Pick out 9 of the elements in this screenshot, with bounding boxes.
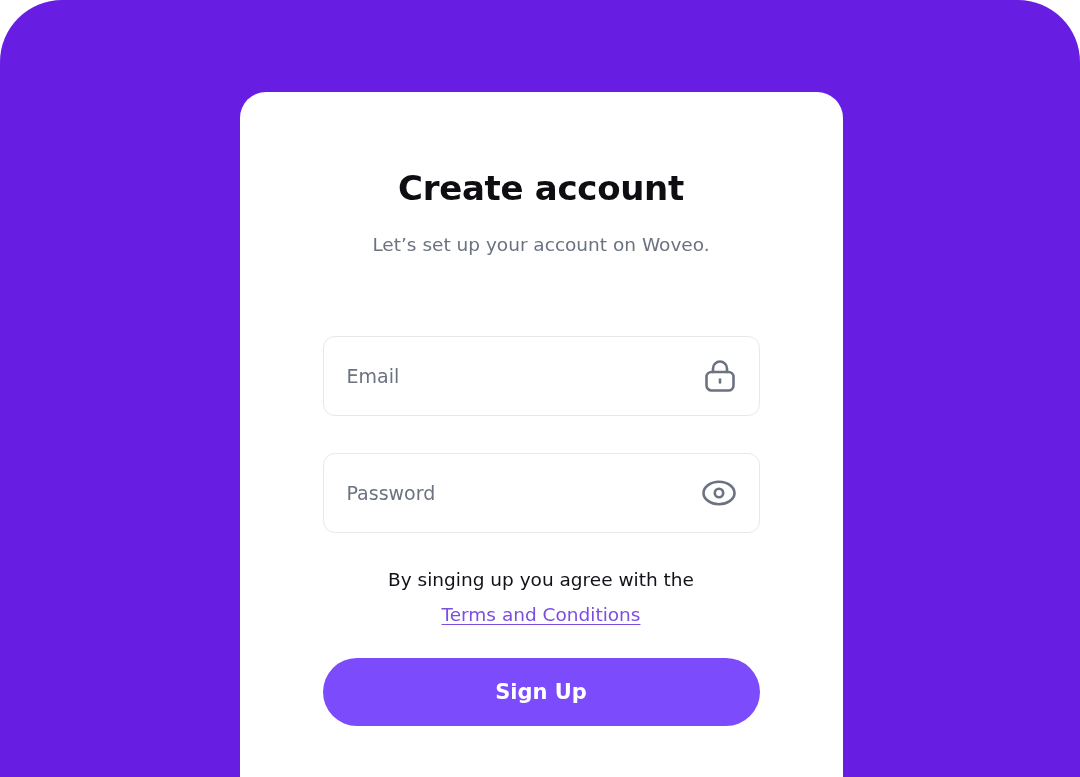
terms-link[interactable]: Terms and Conditions	[441, 597, 641, 632]
lock-icon	[704, 360, 735, 392]
password-field[interactable]: Password	[322, 453, 760, 533]
email-field[interactable]: Email	[322, 336, 760, 416]
form-title: Create account	[398, 167, 684, 210]
agreement-text: By singing up you agree with the	[388, 568, 694, 592]
form-subtitle: Let’s set up your account on Woveo.	[372, 233, 710, 257]
eye-icon[interactable]	[701, 480, 736, 506]
sign-up-button[interactable]: Sign Up	[322, 658, 760, 726]
